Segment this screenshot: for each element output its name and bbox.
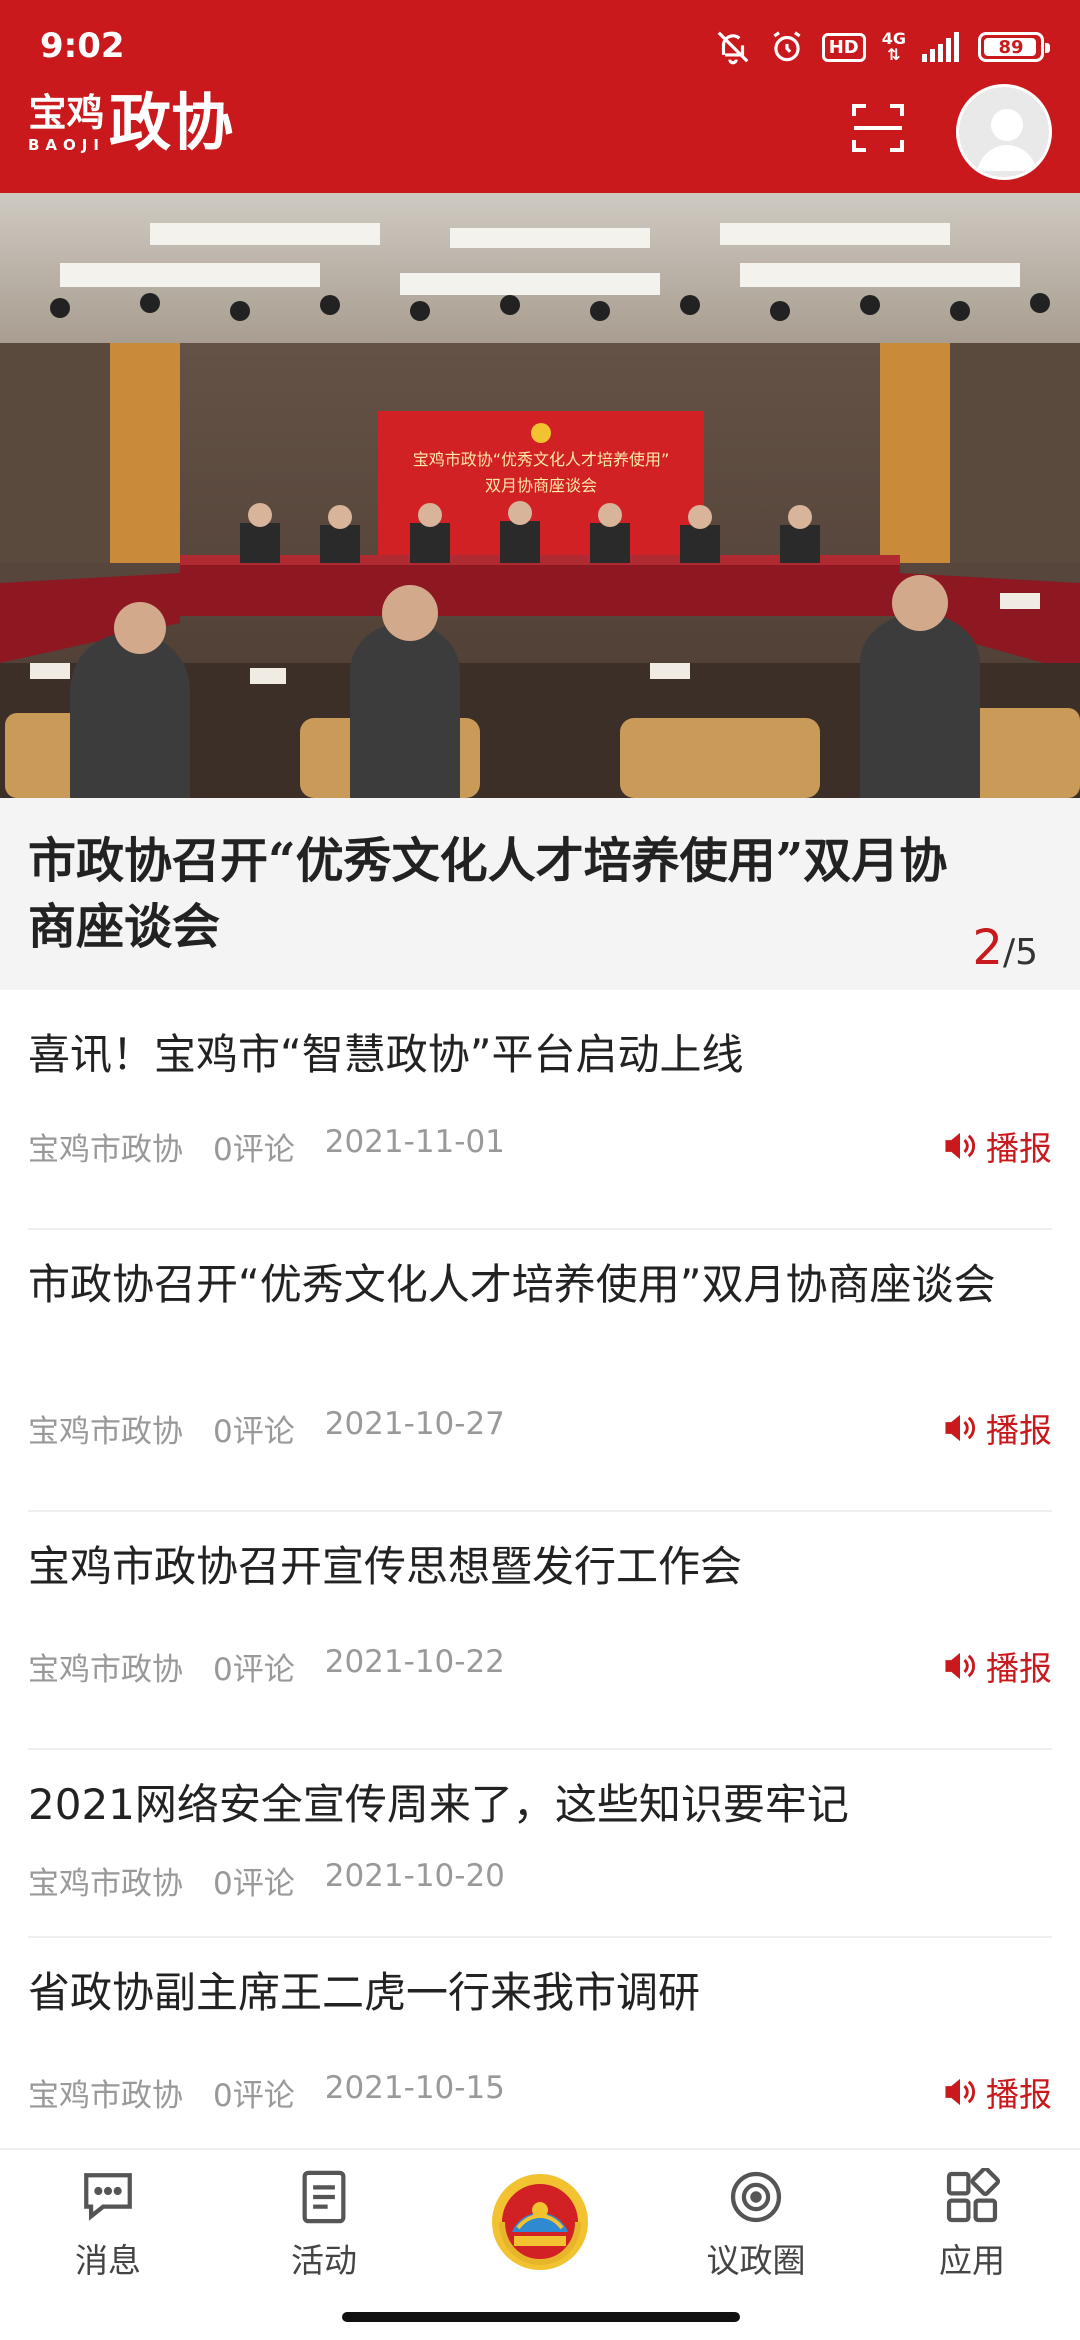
speaker-icon	[945, 2078, 976, 2106]
speaker-icon	[945, 1414, 976, 1442]
news-source: 宝鸡市政协	[28, 1866, 183, 1902]
news-item[interactable]: 省政协副主席王二虎一行来我市调研	[28, 1968, 1052, 2018]
news-title[interactable]: 喜讯！宝鸡市“智慧政协”平台启动上线	[28, 1030, 1052, 1080]
news-item[interactable]: 2021网络安全宣传周来了，这些知识要牢记	[28, 1780, 1052, 1830]
news-date: 2021-10-22	[324, 1644, 505, 1680]
updown-icon: ⇅	[887, 45, 901, 64]
scan-button[interactable]	[850, 100, 906, 156]
news-date: 2021-11-01	[324, 1124, 505, 1160]
news-title[interactable]: 宝鸡市政协召开宣传思想暨发行工作会	[28, 1542, 1052, 1592]
speaker-icon	[945, 1132, 976, 1160]
cppcc-emblem-icon	[492, 2174, 588, 2270]
divider	[28, 1228, 1052, 1230]
scan-icon	[852, 104, 904, 152]
status-icons: HD 4G ⇅ 89	[714, 22, 1050, 72]
apps-icon	[946, 2168, 1001, 2223]
broadcast-label: 播报	[986, 1649, 1052, 1688]
divider	[28, 1510, 1052, 1512]
news-date: 2021-10-20	[324, 1858, 505, 1894]
broadcast-button[interactable]: 播报	[942, 2068, 1052, 2116]
avatar-icon	[977, 109, 1037, 171]
news-source: 宝鸡市政协	[28, 2078, 183, 2114]
message-icon	[84, 2173, 132, 2221]
nav-item-messages[interactable]: 消息	[8, 2168, 208, 2282]
app-header: 9:02 HD 4G ⇅ 89 宝鸡 BAOJI 政协	[0, 0, 1080, 193]
news-meta: 宝鸡市政协 0评论 2021-10-15	[28, 2070, 505, 2115]
news-title[interactable]: 省政协副主席王二虎一行来我市调研	[28, 1968, 1052, 2018]
news-date: 2021-10-27	[324, 1406, 505, 1442]
news-source: 宝鸡市政协	[28, 1414, 183, 1450]
news-source: 宝鸡市政协	[28, 1132, 183, 1168]
nav-label: 议政圈	[706, 2241, 806, 2280]
broadcast-button[interactable]: 播报	[942, 1642, 1052, 1690]
logo-text-city: 宝鸡	[28, 90, 105, 135]
divider	[28, 1936, 1052, 1938]
news-meta: 宝鸡市政协 0评论 2021-10-20	[28, 1858, 505, 1903]
nav-item-circle[interactable]: 议政圈	[656, 2168, 856, 2282]
banner-text-line2: 双月协商座谈会	[485, 476, 597, 495]
news-comments: 0评论	[213, 1414, 295, 1450]
home-indicator[interactable]	[342, 2312, 740, 2322]
hero-pager: 2/5	[972, 920, 1038, 976]
news-meta: 宝鸡市政协 0评论 2021-10-27	[28, 1406, 505, 1451]
circle-icon	[730, 2171, 782, 2223]
broadcast-label: 播报	[986, 1129, 1052, 1168]
nav-item-home[interactable]	[488, 2170, 592, 2274]
broadcast-button[interactable]: 播报	[942, 1404, 1052, 1452]
hd-icon: HD	[821, 32, 866, 62]
news-title[interactable]: 2021网络安全宣传周来了，这些知识要牢记	[28, 1780, 1052, 1830]
broadcast-label: 播报	[986, 1411, 1052, 1450]
battery-icon: 89	[978, 32, 1050, 62]
nav-label: 消息	[75, 2241, 141, 2280]
nav-label: 应用	[939, 2241, 1005, 2280]
logo-text-main: 政协	[108, 86, 233, 159]
logo-pinyin: BAOJI	[28, 136, 105, 154]
alarm-icon	[768, 28, 806, 66]
hero-caption[interactable]: 市政协召开“优秀文化人才培养使用”双月协商座谈会 2/5	[0, 798, 1080, 990]
nav-label: 活动	[291, 2241, 357, 2280]
news-comments: 0评论	[213, 1132, 295, 1168]
signal-icon	[922, 32, 962, 62]
speaker-icon	[945, 1652, 976, 1680]
pager-current: 2	[972, 920, 1003, 976]
battery-level: 89	[998, 36, 1024, 58]
pager-total: /5	[1002, 932, 1038, 973]
divider	[28, 1748, 1052, 1750]
hero-title[interactable]: 市政协召开“优秀文化人才培养使用”双月协商座谈会	[28, 828, 948, 960]
bell-off-icon	[714, 28, 752, 66]
hero-banner[interactable]: 宝鸡市政协“优秀文化人才培养使用” 双月协商座谈会	[0, 193, 1080, 798]
news-comments: 0评论	[213, 2078, 295, 2114]
news-source: 宝鸡市政协	[28, 1652, 183, 1688]
status-time: 9:02	[40, 26, 125, 66]
news-meta: 宝鸡市政协 0评论 2021-11-01	[28, 1124, 505, 1169]
user-avatar[interactable]	[956, 84, 1052, 180]
news-comments: 0评论	[213, 1866, 295, 1902]
banner-text-line1: 宝鸡市政协“优秀文化人才培养使用”	[413, 450, 670, 469]
nav-item-apps[interactable]: 应用	[872, 2168, 1072, 2282]
activity-icon	[302, 2170, 346, 2224]
broadcast-label: 播报	[986, 2075, 1052, 2114]
news-item[interactable]: 喜讯！宝鸡市“智慧政协”平台启动上线	[28, 1030, 1052, 1080]
news-item[interactable]: 宝鸡市政协召开宣传思想暨发行工作会	[28, 1542, 1052, 1592]
nav-item-activity[interactable]: 活动	[224, 2168, 424, 2282]
news-comments: 0评论	[213, 1652, 295, 1688]
news-title[interactable]: 市政协召开“优秀文化人才培养使用”双月协商座谈会	[28, 1260, 1052, 1310]
news-date: 2021-10-15	[324, 2070, 505, 2106]
network-indicator: 4G ⇅	[882, 31, 906, 63]
app-logo: 宝鸡 BAOJI 政协	[28, 86, 233, 159]
news-item[interactable]: 市政协召开“优秀文化人才培养使用”双月协商座谈会	[28, 1260, 1052, 1310]
banner-image: 宝鸡市政协“优秀文化人才培养使用” 双月协商座谈会	[0, 193, 1080, 798]
news-meta: 宝鸡市政协 0评论 2021-10-22	[28, 1644, 505, 1689]
broadcast-button[interactable]: 播报	[942, 1122, 1052, 1170]
